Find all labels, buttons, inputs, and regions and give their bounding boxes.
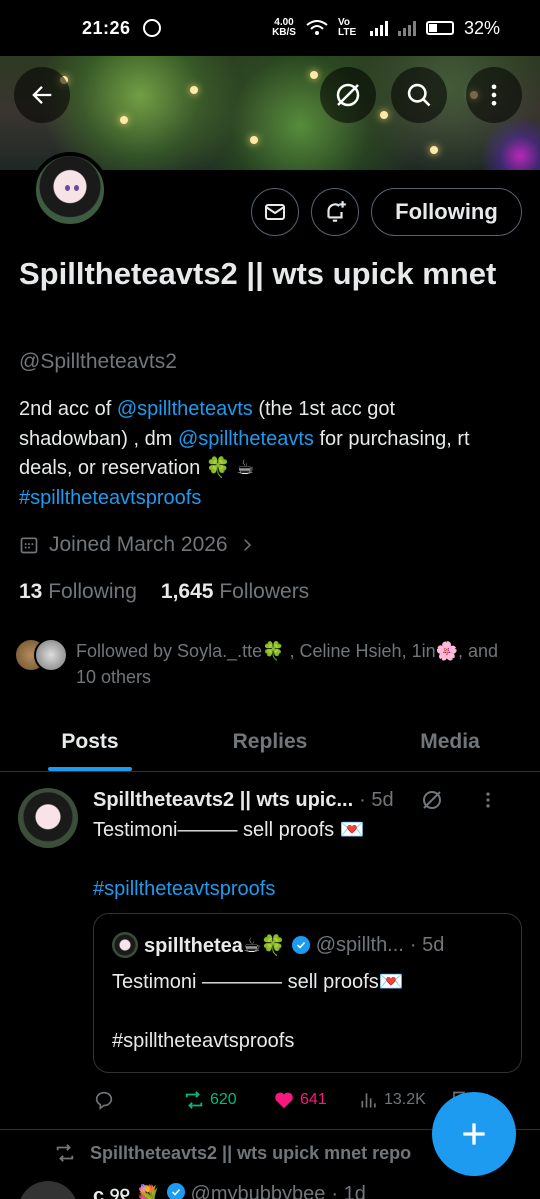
- post-text: Testimoni——— sell proofs 💌 #spilltheteav…: [93, 816, 513, 905]
- bell-plus-icon: [327, 201, 346, 222]
- post-header: Spilltheteavts2 || wts upic... · 5d: [93, 788, 533, 812]
- status-bar: 21:26 4.00 KB/S Vo LTE 32%: [0, 0, 540, 56]
- follower-avatar: [34, 638, 68, 672]
- network-type: Vo LTE: [337, 17, 357, 38]
- heart-icon: [275, 1092, 293, 1109]
- calendar-icon: [20, 537, 38, 554]
- followed-by-text: Followed by Soyla._.tte🍀 , Celine Hsieh,…: [76, 641, 499, 687]
- following-button[interactable]: Following: [371, 188, 522, 236]
- grok-icon[interactable]: [420, 788, 444, 812]
- bio-hashtag-link[interactable]: #spilltheteavtsproofs: [19, 487, 201, 509]
- battery-icon: [425, 21, 454, 35]
- repost-context[interactable]: Spilltheteavts2 || wts upick mnet repo: [54, 1142, 411, 1164]
- reply-button[interactable]: [93, 1089, 183, 1111]
- following-count-link[interactable]: 13 Following: [19, 580, 137, 604]
- quote-header: spillthetea☕🍀 @spillth... · 5d: [112, 932, 444, 958]
- more-vertical-icon[interactable]: [478, 790, 498, 810]
- whatsapp-icon: [142, 19, 161, 37]
- post-header: c ୨୧ 💐 @mybubbybee · 1d: [93, 1183, 366, 1199]
- tab-media[interactable]: Media: [360, 712, 540, 771]
- repost-button[interactable]: 620: [183, 1089, 273, 1111]
- quote-text: Testimoni ———— sell proofs💌 #spillthetea…: [112, 971, 404, 1052]
- views-button[interactable]: 13.2K: [359, 1090, 449, 1110]
- compose-post-button[interactable]: [432, 1092, 516, 1176]
- profile-tabs: Posts Replies Media: [0, 712, 540, 772]
- more-button[interactable]: [466, 67, 522, 123]
- chevron-right-icon: [243, 539, 251, 551]
- post-author-name[interactable]: Spilltheteavts2 || wts upic...: [93, 789, 353, 812]
- mail-icon: [265, 204, 285, 220]
- follow-counts: 13 Following 1,645 Followers: [19, 580, 309, 604]
- post-avatar[interactable]: [18, 1181, 78, 1199]
- reply-icon: [95, 1091, 113, 1110]
- message-button[interactable]: [251, 188, 299, 236]
- back-button[interactable]: [14, 67, 70, 123]
- views-icon: [361, 1093, 376, 1108]
- battery-level: 32%: [463, 17, 500, 38]
- verified-badge-icon: [291, 936, 310, 954]
- wifi-icon: [306, 20, 328, 35]
- joined-date[interactable]: Joined March 2026: [19, 533, 256, 557]
- post-avatar[interactable]: [18, 788, 78, 848]
- status-time: 21:26: [82, 17, 131, 38]
- grok-button[interactable]: [320, 67, 376, 123]
- quote-author-name: spillthetea☕🍀: [144, 934, 286, 957]
- quote-handle: @spillth...: [315, 933, 404, 956]
- back-arrow-icon: [32, 86, 52, 104]
- signal-icon-2: [397, 20, 416, 36]
- bio-mention-link-2[interactable]: @spilltheteavts: [178, 428, 314, 450]
- quoted-post[interactable]: spillthetea☕🍀 @spillth... · 5d Testimoni…: [93, 913, 522, 1073]
- signal-icon: [369, 20, 388, 36]
- network-speed: 4.00 KB/S: [272, 17, 296, 38]
- followers-count-link[interactable]: 1,645 Followers: [161, 580, 309, 604]
- notifications-button[interactable]: [311, 188, 359, 236]
- profile-handle: @Spilltheteavts2: [19, 350, 177, 373]
- post-hashtag-link[interactable]: #spilltheteavtsproofs: [93, 875, 513, 905]
- repost-icon: [56, 1144, 74, 1162]
- grok-icon: [336, 83, 360, 107]
- profile-bio: 2nd acc of @spilltheteavts (the 1st acc …: [19, 398, 470, 509]
- more-vertical-icon: [491, 84, 497, 106]
- search-icon: [407, 83, 431, 107]
- verified-badge-icon: [166, 1183, 185, 1199]
- like-button[interactable]: 641: [273, 1089, 359, 1111]
- post[interactable]: Spilltheteavts2 || wts upic... · 5d Test…: [0, 772, 540, 1130]
- post-author-name[interactable]: c ୨୧ 💐: [93, 1183, 161, 1199]
- post-time: · 1d: [331, 1183, 366, 1199]
- tab-posts[interactable]: Posts: [0, 712, 180, 771]
- repost-icon: [185, 1091, 203, 1109]
- plus-icon: [463, 1123, 485, 1145]
- quote-avatar: [112, 932, 138, 958]
- quote-time: · 5d: [409, 933, 445, 956]
- post-time: · 5d: [359, 788, 394, 811]
- followed-by[interactable]: Followed by Soyla._.tte🍀 , Celine Hsieh,…: [14, 638, 506, 690]
- tab-replies[interactable]: Replies: [180, 712, 360, 771]
- search-button[interactable]: [391, 67, 447, 123]
- status-right: 4.00 KB/S Vo LTE 32%: [272, 18, 500, 39]
- post-handle: @mybubbybee: [190, 1183, 326, 1199]
- profile-avatar[interactable]: [32, 152, 108, 228]
- bio-mention-link[interactable]: @spilltheteavts: [117, 398, 253, 420]
- profile-display-name: Spilltheteavts2 || wts upick mnet: [19, 256, 497, 291]
